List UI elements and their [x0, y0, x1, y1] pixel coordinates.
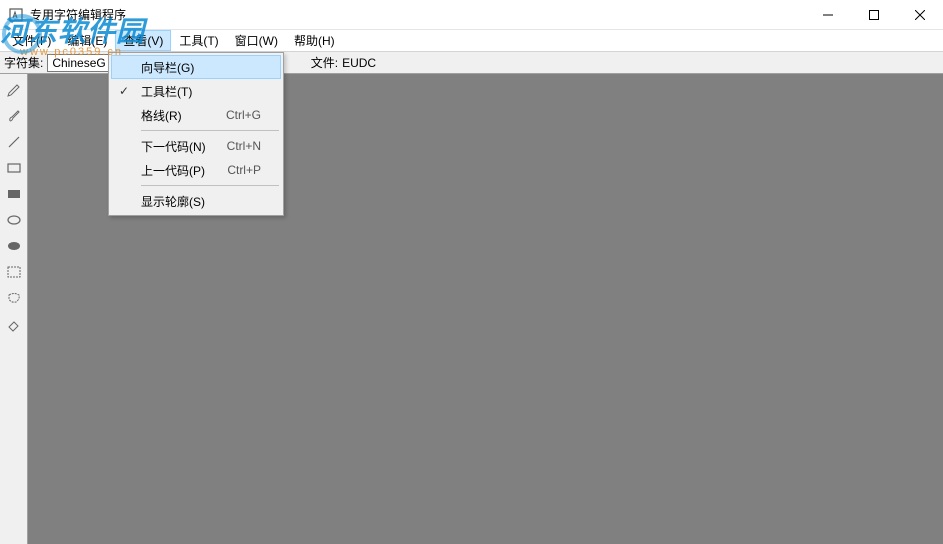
menu-tools[interactable]: 工具(T): [171, 30, 226, 51]
window-controls: [805, 0, 943, 30]
pencil-tool-icon[interactable]: [4, 80, 24, 100]
toolbox: [0, 74, 28, 544]
menu-item-grid[interactable]: 格线(R) Ctrl+G: [111, 103, 281, 127]
charset-label: 字符集:: [4, 54, 43, 71]
menu-item-label: 格线(R): [141, 107, 182, 124]
file-value: EUDC: [342, 56, 376, 70]
menu-item-shortcut: Ctrl+N: [227, 139, 261, 153]
file-label: 文件:: [311, 54, 338, 71]
ellipse-fill-tool-icon[interactable]: [4, 236, 24, 256]
menu-item-shortcut: Ctrl+P: [227, 163, 261, 177]
brush-tool-icon[interactable]: [4, 106, 24, 126]
menu-item-label: 显示轮廓(S): [141, 193, 205, 210]
line-tool-icon[interactable]: [4, 132, 24, 152]
select-free-tool-icon[interactable]: [4, 288, 24, 308]
menu-item-guidebar[interactable]: 向导栏(G): [111, 55, 281, 79]
menu-item-show-outline[interactable]: 显示轮廓(S): [111, 189, 281, 213]
app-icon: [8, 7, 24, 23]
view-dropdown-menu: 向导栏(G) ✓ 工具栏(T) 格线(R) Ctrl+G 下一代码(N) Ctr…: [108, 52, 284, 216]
menu-item-prev-code[interactable]: 上一代码(P) Ctrl+P: [111, 158, 281, 182]
menu-item-shortcut: Ctrl+G: [226, 108, 261, 122]
close-button[interactable]: [897, 0, 943, 30]
select-rect-tool-icon[interactable]: [4, 262, 24, 282]
menu-item-next-code[interactable]: 下一代码(N) Ctrl+N: [111, 134, 281, 158]
minimize-button[interactable]: [805, 0, 851, 30]
maximize-button[interactable]: [851, 0, 897, 30]
menu-separator: [141, 130, 279, 131]
check-icon: ✓: [119, 84, 129, 98]
menu-separator: [141, 185, 279, 186]
menu-item-toolbar[interactable]: ✓ 工具栏(T): [111, 79, 281, 103]
menu-window[interactable]: 窗口(W): [227, 30, 286, 51]
charset-value: ChineseG: [47, 54, 110, 72]
menu-item-label: 下一代码(N): [141, 138, 206, 155]
menu-view[interactable]: 查看(V): [115, 30, 171, 51]
rect-fill-tool-icon[interactable]: [4, 184, 24, 204]
eraser-tool-icon[interactable]: [4, 314, 24, 334]
menubar: 文件(F) 编辑(E) 查看(V) 工具(T) 窗口(W) 帮助(H): [0, 30, 943, 52]
window-title: 专用字符编辑程序: [30, 6, 126, 23]
menu-help[interactable]: 帮助(H): [286, 30, 343, 51]
menu-edit[interactable]: 编辑(E): [59, 30, 115, 51]
titlebar: 专用字符编辑程序: [0, 0, 943, 30]
rect-outline-tool-icon[interactable]: [4, 158, 24, 178]
menu-file[interactable]: 文件(F): [4, 30, 59, 51]
menu-item-label: 上一代码(P): [141, 162, 205, 179]
ellipse-outline-tool-icon[interactable]: [4, 210, 24, 230]
menu-item-label: 向导栏(G): [141, 59, 194, 76]
menu-item-label: 工具栏(T): [141, 83, 192, 100]
